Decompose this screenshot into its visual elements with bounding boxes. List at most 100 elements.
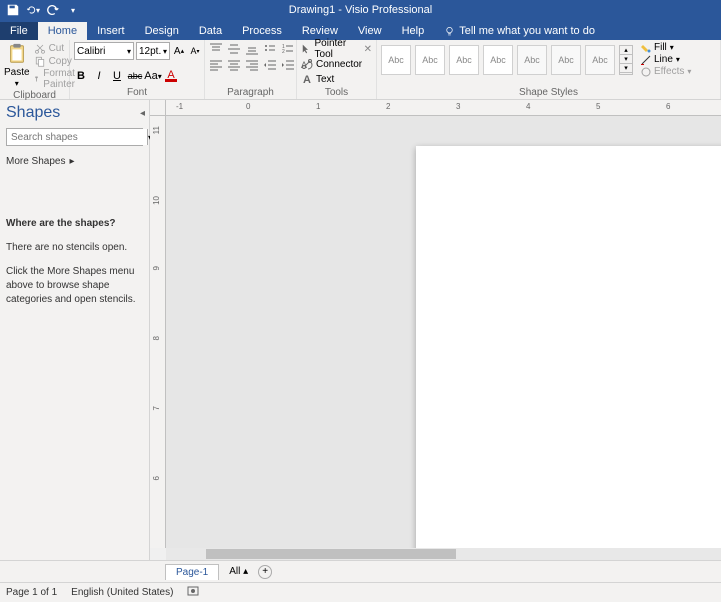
strike-button[interactable]: abc xyxy=(128,68,142,84)
effects-label: Effects xyxy=(654,66,684,77)
page-tab-1[interactable]: Page-1 xyxy=(165,564,219,580)
group-shape-styles: Abc Abc Abc Abc Abc Abc Abc ▴▾▾ Fill▾ Li… xyxy=(377,40,721,99)
scroll-thumb[interactable] xyxy=(206,549,456,559)
svg-text:A: A xyxy=(303,74,311,85)
add-page-button[interactable]: + xyxy=(258,565,272,579)
tell-me-label: Tell me what you want to do xyxy=(459,25,595,37)
language-indicator[interactable]: English (United States) xyxy=(71,587,173,598)
align-bottom-icon[interactable] xyxy=(245,42,259,56)
group-tools: Pointer Tool✕ Connector AText Tools xyxy=(297,40,377,99)
effects-button[interactable]: Effects▾ xyxy=(641,66,691,77)
pointer-icon xyxy=(301,43,312,55)
tab-help[interactable]: Help xyxy=(392,22,435,40)
drawing-page[interactable] xyxy=(416,146,721,548)
collapse-panel-icon[interactable]: ◂ xyxy=(140,108,145,119)
chevron-right-icon: ▸ xyxy=(69,156,74,167)
underline-button[interactable]: U xyxy=(110,68,124,84)
vertical-ruler[interactable]: 11109876 xyxy=(150,116,166,548)
bullets-icon[interactable] xyxy=(263,42,277,56)
qat-customize-icon[interactable]: ▾ xyxy=(66,3,80,17)
font-name-value: Calibri xyxy=(77,46,105,57)
styles-more-button[interactable]: ▴▾▾ xyxy=(619,45,633,75)
ruler-corner xyxy=(150,100,166,116)
align-middle-icon[interactable] xyxy=(227,42,241,56)
macro-record-icon[interactable] xyxy=(187,585,199,600)
style-preset-3[interactable]: Abc xyxy=(449,45,479,75)
cut-icon xyxy=(34,42,46,54)
fill-label: Fill xyxy=(654,42,667,53)
style-preset-2[interactable]: Abc xyxy=(415,45,445,75)
redo-icon[interactable] xyxy=(46,3,60,17)
tab-home[interactable]: Home xyxy=(38,22,87,40)
align-top-icon[interactable] xyxy=(209,42,223,56)
align-right-icon[interactable] xyxy=(245,58,259,72)
more-shapes-menu[interactable]: More Shapes▸ xyxy=(6,156,143,167)
effects-icon xyxy=(641,67,651,77)
font-size-value: 12pt. xyxy=(139,46,161,57)
decrease-indent-icon[interactable] xyxy=(263,58,277,72)
paragraph-title: Paragraph xyxy=(209,87,292,99)
align-left-icon[interactable] xyxy=(209,58,223,72)
save-icon[interactable] xyxy=(6,3,20,17)
text-icon: A xyxy=(301,73,313,85)
tab-file[interactable]: File xyxy=(0,22,38,40)
tab-process[interactable]: Process xyxy=(232,22,292,40)
text-tool-button[interactable]: AText xyxy=(301,72,334,86)
main-area: Shapes ◂ ▾ More Shapes▸ Where are the sh… xyxy=(0,100,721,560)
style-preset-6[interactable]: Abc xyxy=(551,45,581,75)
shape-search[interactable]: ▾ xyxy=(6,128,143,146)
font-size-select[interactable]: 12pt.▾ xyxy=(136,42,170,60)
close-icon[interactable]: ✕ xyxy=(364,44,372,55)
search-input[interactable] xyxy=(7,129,147,145)
all-label: All xyxy=(229,566,240,577)
help-text-1: There are no stencils open. xyxy=(6,241,143,255)
brush-icon xyxy=(34,73,41,85)
style-preset-1[interactable]: Abc xyxy=(381,45,411,75)
style-preset-4[interactable]: Abc xyxy=(483,45,513,75)
help-text-2: Click the More Shapes menu above to brow… xyxy=(6,265,143,307)
copy-icon xyxy=(34,55,46,67)
canvas-container: -10123456 11109876 xyxy=(150,100,721,560)
italic-button[interactable]: I xyxy=(92,68,106,84)
horizontal-ruler[interactable]: -10123456 xyxy=(166,100,721,116)
all-pages-button[interactable]: All ▴ xyxy=(229,566,248,577)
tab-design[interactable]: Design xyxy=(135,22,189,40)
style-preset-7[interactable]: Abc xyxy=(585,45,615,75)
ribbon: Paste ▾ Cut Copy Format Painter Clipboar… xyxy=(0,40,721,100)
change-case-button[interactable]: Aa▾ xyxy=(146,68,160,84)
grow-font-button[interactable]: A▴ xyxy=(172,42,186,60)
tab-insert[interactable]: Insert xyxy=(87,22,135,40)
connector-tool-button[interactable]: Connector xyxy=(301,57,362,71)
style-preset-5[interactable]: Abc xyxy=(517,45,547,75)
group-clipboard: Paste ▾ Cut Copy Format Painter Clipboar… xyxy=(0,40,70,99)
fill-button[interactable]: Fill▾ xyxy=(641,42,691,53)
lightbulb-icon xyxy=(444,26,455,37)
font-color-button[interactable]: A xyxy=(164,68,178,84)
align-center-icon[interactable] xyxy=(227,58,241,72)
canvas-viewport[interactable] xyxy=(166,116,721,548)
font-title: Font xyxy=(74,87,200,99)
line-button[interactable]: Line▾ xyxy=(641,54,691,65)
shrink-font-button[interactable]: A▾ xyxy=(188,42,202,60)
group-font: Calibri▾ 12pt.▾ A▴ A▾ B I U abc Aa▾ A Fo… xyxy=(70,40,205,99)
tab-data[interactable]: Data xyxy=(189,22,232,40)
increase-indent-icon[interactable] xyxy=(281,58,295,72)
paste-button[interactable]: Paste ▾ xyxy=(4,42,30,88)
cut-label: Cut xyxy=(49,43,65,54)
tell-me-search[interactable]: Tell me what you want to do xyxy=(434,22,605,40)
help-question: Where are the shapes? xyxy=(6,217,143,231)
paste-icon xyxy=(6,42,28,66)
undo-icon[interactable]: ▾ xyxy=(26,3,40,17)
line-label: Line xyxy=(654,54,673,65)
title-bar: ▾ ▾ Drawing1 - Visio Professional xyxy=(0,0,721,20)
font-name-select[interactable]: Calibri▾ xyxy=(74,42,134,60)
pointer-tool-button[interactable]: Pointer Tool✕ xyxy=(301,42,372,56)
ribbon-tabs: File Home Insert Design Data Process Rev… xyxy=(0,20,721,40)
page-tab-bar: Page-1 All ▴ + xyxy=(0,560,721,582)
bold-button[interactable]: B xyxy=(74,68,88,84)
tools-title: Tools xyxy=(301,87,372,99)
horizontal-scrollbar[interactable] xyxy=(150,548,721,560)
shapes-help: Where are the shapes? There are no stenc… xyxy=(6,217,143,307)
numbering-icon[interactable]: 12 xyxy=(281,42,295,56)
page-indicator[interactable]: Page 1 of 1 xyxy=(6,587,57,598)
